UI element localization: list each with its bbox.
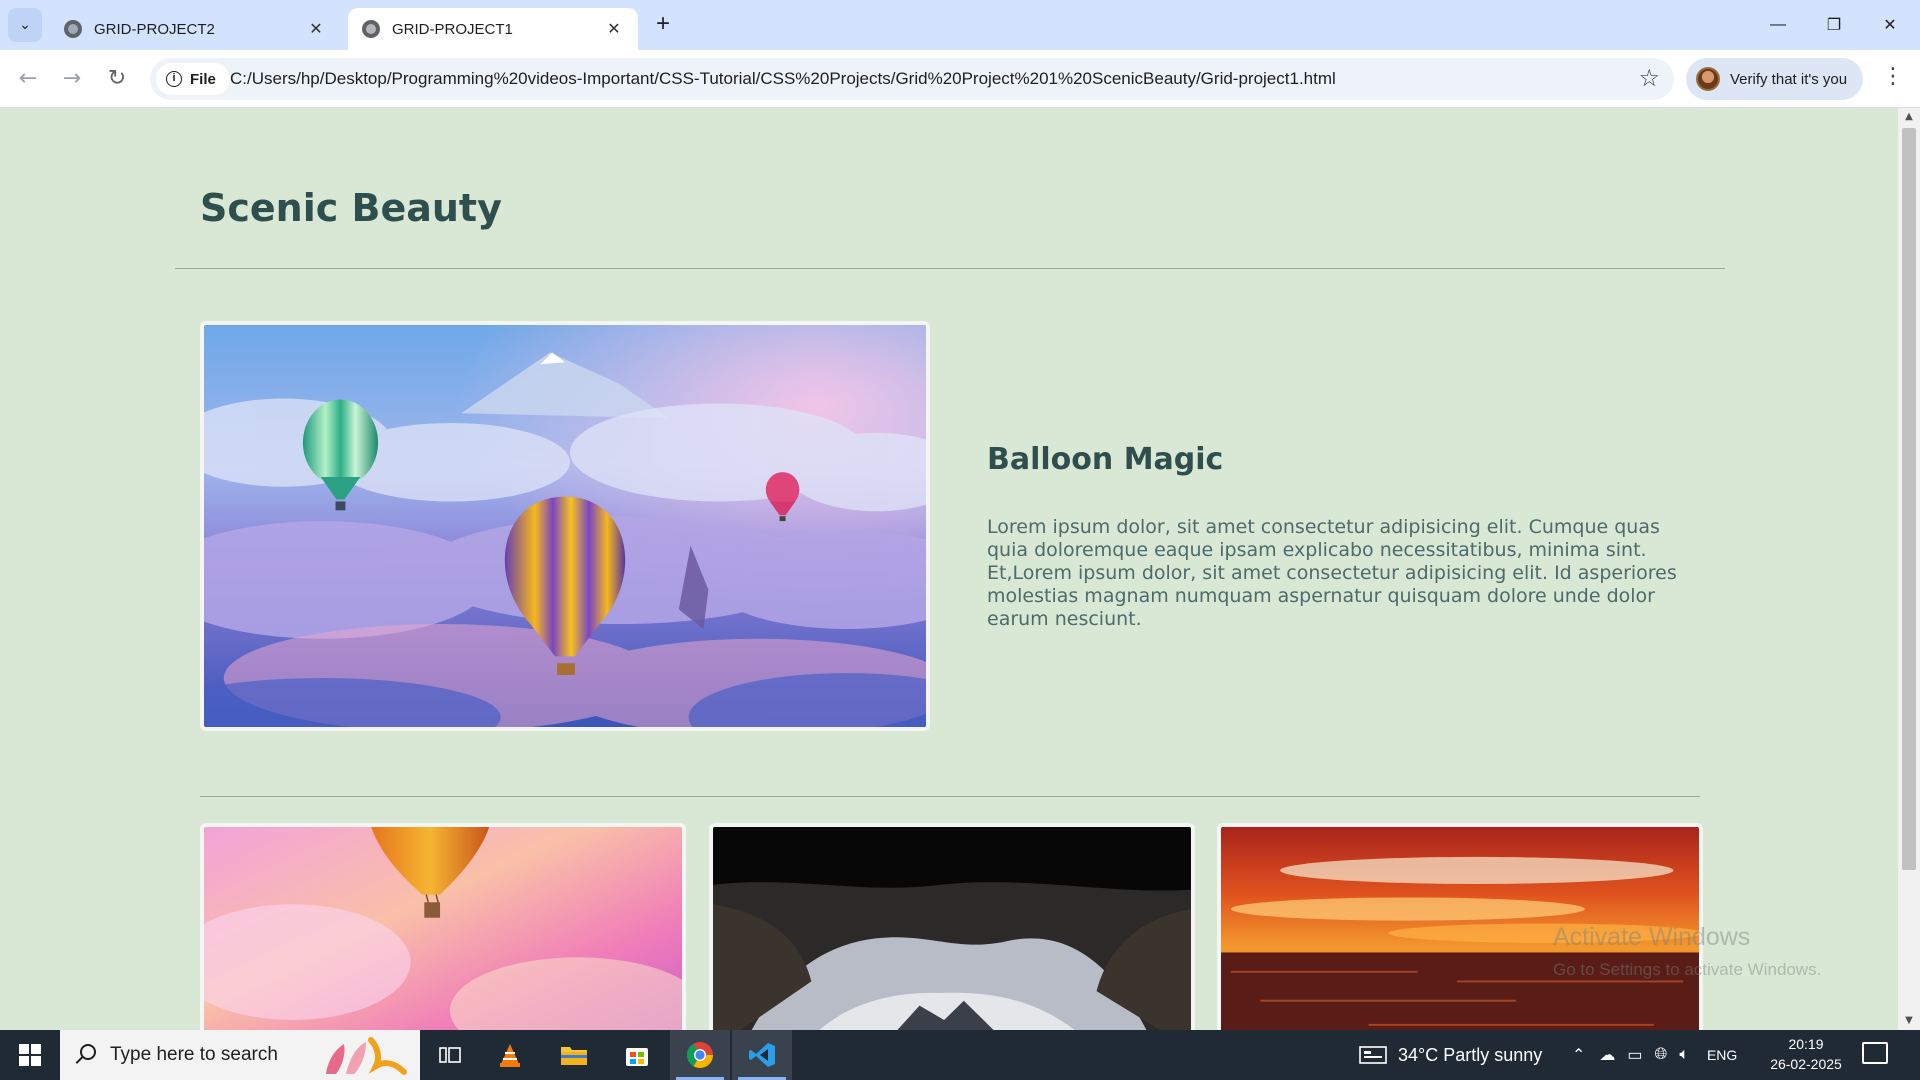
clock-time: 20:19: [1788, 1036, 1824, 1052]
address-bar[interactable]: i File C:/Users/hp/Desktop/Programming%2…: [150, 58, 1674, 100]
start-button[interactable]: [0, 1030, 60, 1080]
weather-widget[interactable]: 34°C Partly sunny: [1358, 1030, 1542, 1080]
verify-label: Verify that it's you: [1730, 70, 1848, 88]
new-tab-button[interactable]: +: [648, 10, 678, 40]
task-view-icon[interactable]: [420, 1030, 480, 1080]
notification-center-icon[interactable]: [1862, 1042, 1888, 1064]
browser-menu-icon[interactable]: ⋮: [1878, 64, 1908, 94]
close-icon[interactable]: ✕: [306, 19, 326, 39]
scroll-down-arrow-icon[interactable]: ▼: [1898, 1012, 1920, 1030]
verify-profile-button[interactable]: Verify that it's you: [1686, 58, 1864, 100]
search-highlight-illustration: [326, 1037, 407, 1075]
file-explorer-icon[interactable]: [544, 1030, 604, 1080]
watermark-title: Activate Windows: [1553, 923, 1751, 951]
avatar: [1696, 67, 1720, 91]
bookmark-star-icon[interactable]: ☆: [1638, 64, 1660, 92]
tab-title: GRID-PROJECT1: [392, 20, 513, 38]
windows-logo-icon: [19, 1044, 41, 1066]
gallery-image-cave-mountains: [709, 823, 1195, 1030]
globe-icon: [64, 20, 82, 38]
chrome-icon[interactable]: [670, 1030, 730, 1080]
close-icon[interactable]: ✕: [604, 19, 624, 39]
taskbar-search-box[interactable]: Type here to search: [60, 1030, 420, 1080]
forward-button[interactable]: →: [54, 60, 90, 96]
onedrive-icon[interactable]: ☁: [1599, 1045, 1615, 1065]
reload-button[interactable]: ↻: [99, 60, 135, 96]
tab-grid-project1[interactable]: GRID-PROJECT1 ✕: [348, 8, 638, 50]
arrow-right-icon: →: [62, 65, 82, 91]
chevron-down-icon: ⌄: [19, 17, 31, 33]
site-chip-label: File: [190, 70, 216, 88]
weather-icon: [1359, 1046, 1387, 1064]
watermark-subtitle: Go to Settings to activate Windows.: [1553, 960, 1822, 979]
language-indicator[interactable]: ENG: [1707, 1047, 1737, 1063]
vlc-icon[interactable]: [480, 1030, 540, 1080]
windows-taskbar: Type here to search 34°C Partly sunny ⌃ …: [0, 1030, 1920, 1080]
minimize-button[interactable]: —: [1750, 0, 1806, 50]
divider: [175, 268, 1725, 269]
vscode-icon[interactable]: [732, 1030, 792, 1080]
clock-date: 26-02-2025: [1770, 1056, 1842, 1072]
tab-search-button[interactable]: ⌄: [8, 8, 42, 42]
clock[interactable]: 20:19 26-02-2025: [1768, 1034, 1844, 1074]
vertical-scrollbar[interactable]: ▲ ▼: [1898, 108, 1920, 1030]
feature-description: Lorem ipsum dolor, sit amet consectetur …: [987, 516, 1677, 630]
volume-icon[interactable]: 🔈︎: [1679, 1046, 1689, 1064]
reload-icon: ↻: [107, 65, 127, 91]
globe-icon: [362, 20, 380, 38]
restore-button[interactable]: ❐: [1806, 0, 1862, 50]
tab-title: GRID-PROJECT2: [94, 20, 215, 38]
close-window-button[interactable]: ✕: [1862, 0, 1918, 50]
microsoft-store-icon[interactable]: [607, 1030, 667, 1080]
system-tray: ⌃ ☁ ▭ 🌐︎ 🔈︎ ENG: [1572, 1030, 1737, 1080]
tab-strip: ⌄ GRID-PROJECT2 ✕ GRID-PROJECT1 ✕ + — ❐ …: [0, 0, 1920, 50]
browser-toolbar: ← → ↻ i File C:/Users/hp/Desktop/Program…: [0, 50, 1920, 108]
page-title: Scenic Beauty: [200, 186, 502, 230]
battery-icon[interactable]: ▭: [1627, 1045, 1642, 1065]
search-placeholder: Type here to search: [110, 1044, 278, 1065]
scroll-up-arrow-icon[interactable]: ▲: [1898, 108, 1920, 126]
url-text[interactable]: C:/Users/hp/Desktop/Programming%20videos…: [230, 58, 1336, 100]
weather-text: 34°C Partly sunny: [1398, 1044, 1543, 1065]
page-viewport: Scenic Beauty Balloon Magic Lorem ipsum …: [0, 108, 1898, 1030]
chevron-up-icon[interactable]: ⌃: [1572, 1045, 1585, 1065]
network-globe-icon[interactable]: 🌐︎: [1655, 1046, 1668, 1064]
balloon-magic-image: [200, 321, 930, 731]
back-button[interactable]: ←: [10, 60, 46, 96]
scrollbar-thumb[interactable]: [1902, 128, 1916, 870]
activate-windows-watermark: Activate Windows Go to Settings to activ…: [1553, 923, 1821, 980]
arrow-left-icon: ←: [18, 65, 38, 91]
site-info-chip[interactable]: i File: [156, 63, 230, 95]
gallery-image-nebula-balloon: [200, 823, 686, 1030]
search-icon: [74, 1044, 96, 1066]
feature-title: Balloon Magic: [987, 442, 1224, 477]
info-icon: i: [166, 71, 182, 87]
divider: [200, 796, 1700, 797]
tab-grid-project2[interactable]: GRID-PROJECT2 ✕: [50, 8, 340, 50]
